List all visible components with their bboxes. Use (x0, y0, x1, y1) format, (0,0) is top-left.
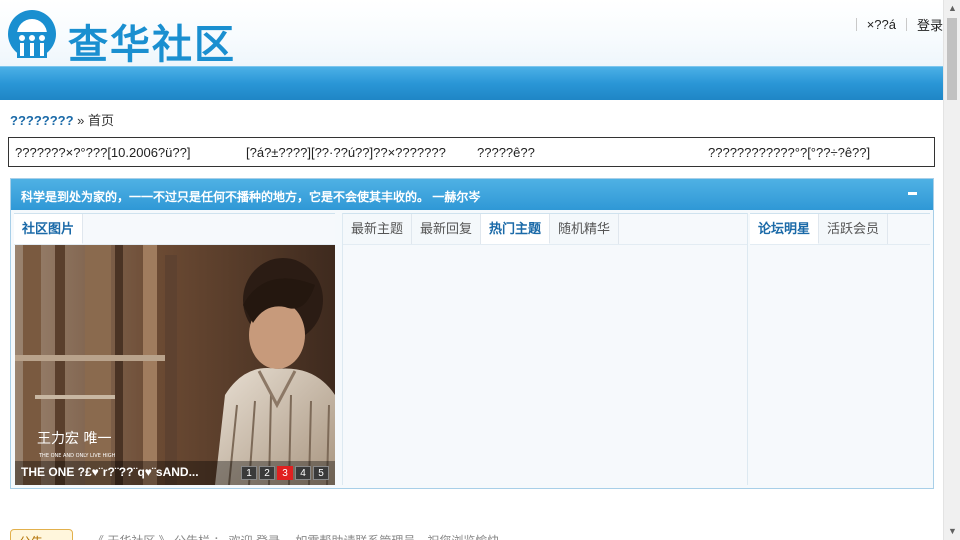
tab-divider (343, 244, 747, 245)
members-panel: 论坛明星 活跃会员 (750, 213, 930, 485)
forum-overview-box: 科学是到处为家的，一一不过只是任何不播种的地方，它是不会使其丰收的。 一赫尔岑 … (10, 178, 934, 489)
topics-panel: 最新主题 最新回复 热门主题 随机精华 (342, 213, 748, 485)
collapse-icon[interactable] (908, 192, 917, 195)
user-links: ×??á 登录 (846, 15, 943, 34)
album-title-text: 王力宏 唯一 (37, 431, 111, 447)
photo-tabs: 社区图片 (14, 214, 84, 244)
scroll-thumb[interactable] (947, 18, 957, 100)
register-link[interactable]: ×??á (867, 17, 896, 32)
pager-page-1[interactable]: 1 (241, 466, 257, 480)
album-cover-image: 王力宏 唯一 THE ONE AND ONLY LIVE HIGH (15, 245, 335, 485)
pager-page-4[interactable]: 4 (295, 466, 311, 480)
divider (855, 17, 857, 31)
scroll-up-icon[interactable]: ▲ (948, 3, 957, 13)
tab-forum-stars[interactable]: 论坛明星 (750, 214, 820, 244)
member-tabs: 论坛明星 活跃会员 (750, 214, 889, 244)
login-link[interactable]: 登录 (917, 15, 943, 34)
notice-item[interactable]: ?????ê?? (477, 145, 535, 160)
notice-item[interactable]: ???????×?°???[10.2006?ü??] (15, 145, 190, 160)
logo-mascot-icon (8, 10, 56, 58)
breadcrumb-site-link[interactable]: ???????? (10, 113, 74, 128)
notice-bar: ???????×?°???[10.2006?ü??] [?á?±????][??… (8, 137, 935, 167)
notice-item[interactable]: ????????????°?[°??÷?ê??] (708, 145, 870, 160)
quote-header: 科学是到处为家的，一一不过只是任何不播种的地方，它是不会使其丰收的。 一赫尔岑 (11, 179, 933, 210)
logo-text: 查华社区 (68, 22, 236, 68)
photo-panel: 社区图片 王力宏 唯一 THE ONE AND ONLY LIVE HIGH T… (14, 213, 335, 485)
site-header: 查华社区 ×??á 登录 (0, 0, 943, 100)
topic-tabs: 最新主题 最新回复 热门主题 随机精华 (343, 214, 620, 244)
notice-item[interactable]: [?á?±????][??·??ú??]??×??????? (246, 145, 446, 160)
pager-page-2[interactable]: 2 (259, 466, 275, 480)
breadcrumb-separator: » (77, 113, 85, 128)
tab-random-digest[interactable]: 随机精华 (550, 214, 620, 244)
site-logo[interactable]: 查华社区 (6, 8, 242, 71)
page-scrollbar[interactable]: ▲ ▼ (943, 0, 960, 540)
tab-community-photos[interactable]: 社区图片 (14, 214, 84, 244)
featured-photo[interactable]: 王力宏 唯一 THE ONE AND ONLY LIVE HIGH THE ON… (15, 245, 335, 485)
photo-caption[interactable]: THE ONE ?£♥¨r?¨??¨q♥¨sAND... (21, 465, 237, 479)
tab-divider (750, 244, 930, 245)
album-subtitle-text: THE ONE AND ONLY LIVE HIGH (38, 453, 116, 459)
breadcrumb: ???????? » 首页 (10, 110, 114, 129)
tab-latest-replies[interactable]: 最新回复 (412, 214, 482, 244)
photo-caption-bar: THE ONE ?£♥¨r?¨??¨q♥¨sAND... 1 2 3 4 5 (15, 461, 335, 485)
divider (905, 17, 907, 31)
nav-bar (0, 66, 943, 100)
tab-hot-topics[interactable]: 热门主题 (481, 214, 551, 244)
quote-text: 科学是到处为家的，一一不过只是任何不播种的地方，它是不会使其丰收的。 一赫尔岑 (21, 190, 481, 204)
announcement-text: 《 天华社区 》 公告栏 ： 欢迎 登录 ，如需帮助请联系管理员，祝您浏览愉快。 (92, 532, 511, 540)
breadcrumb-current: 首页 (88, 113, 115, 128)
announcement-button[interactable]: 公告 (10, 529, 73, 540)
tab-latest-topics[interactable]: 最新主题 (343, 214, 413, 244)
tab-active-members[interactable]: 活跃会员 (819, 214, 889, 244)
scroll-down-icon[interactable]: ▼ (948, 526, 957, 536)
pager-page-3[interactable]: 3 (277, 466, 293, 480)
photo-pager: 1 2 3 4 5 (241, 466, 329, 480)
pager-page-5[interactable]: 5 (313, 466, 329, 480)
